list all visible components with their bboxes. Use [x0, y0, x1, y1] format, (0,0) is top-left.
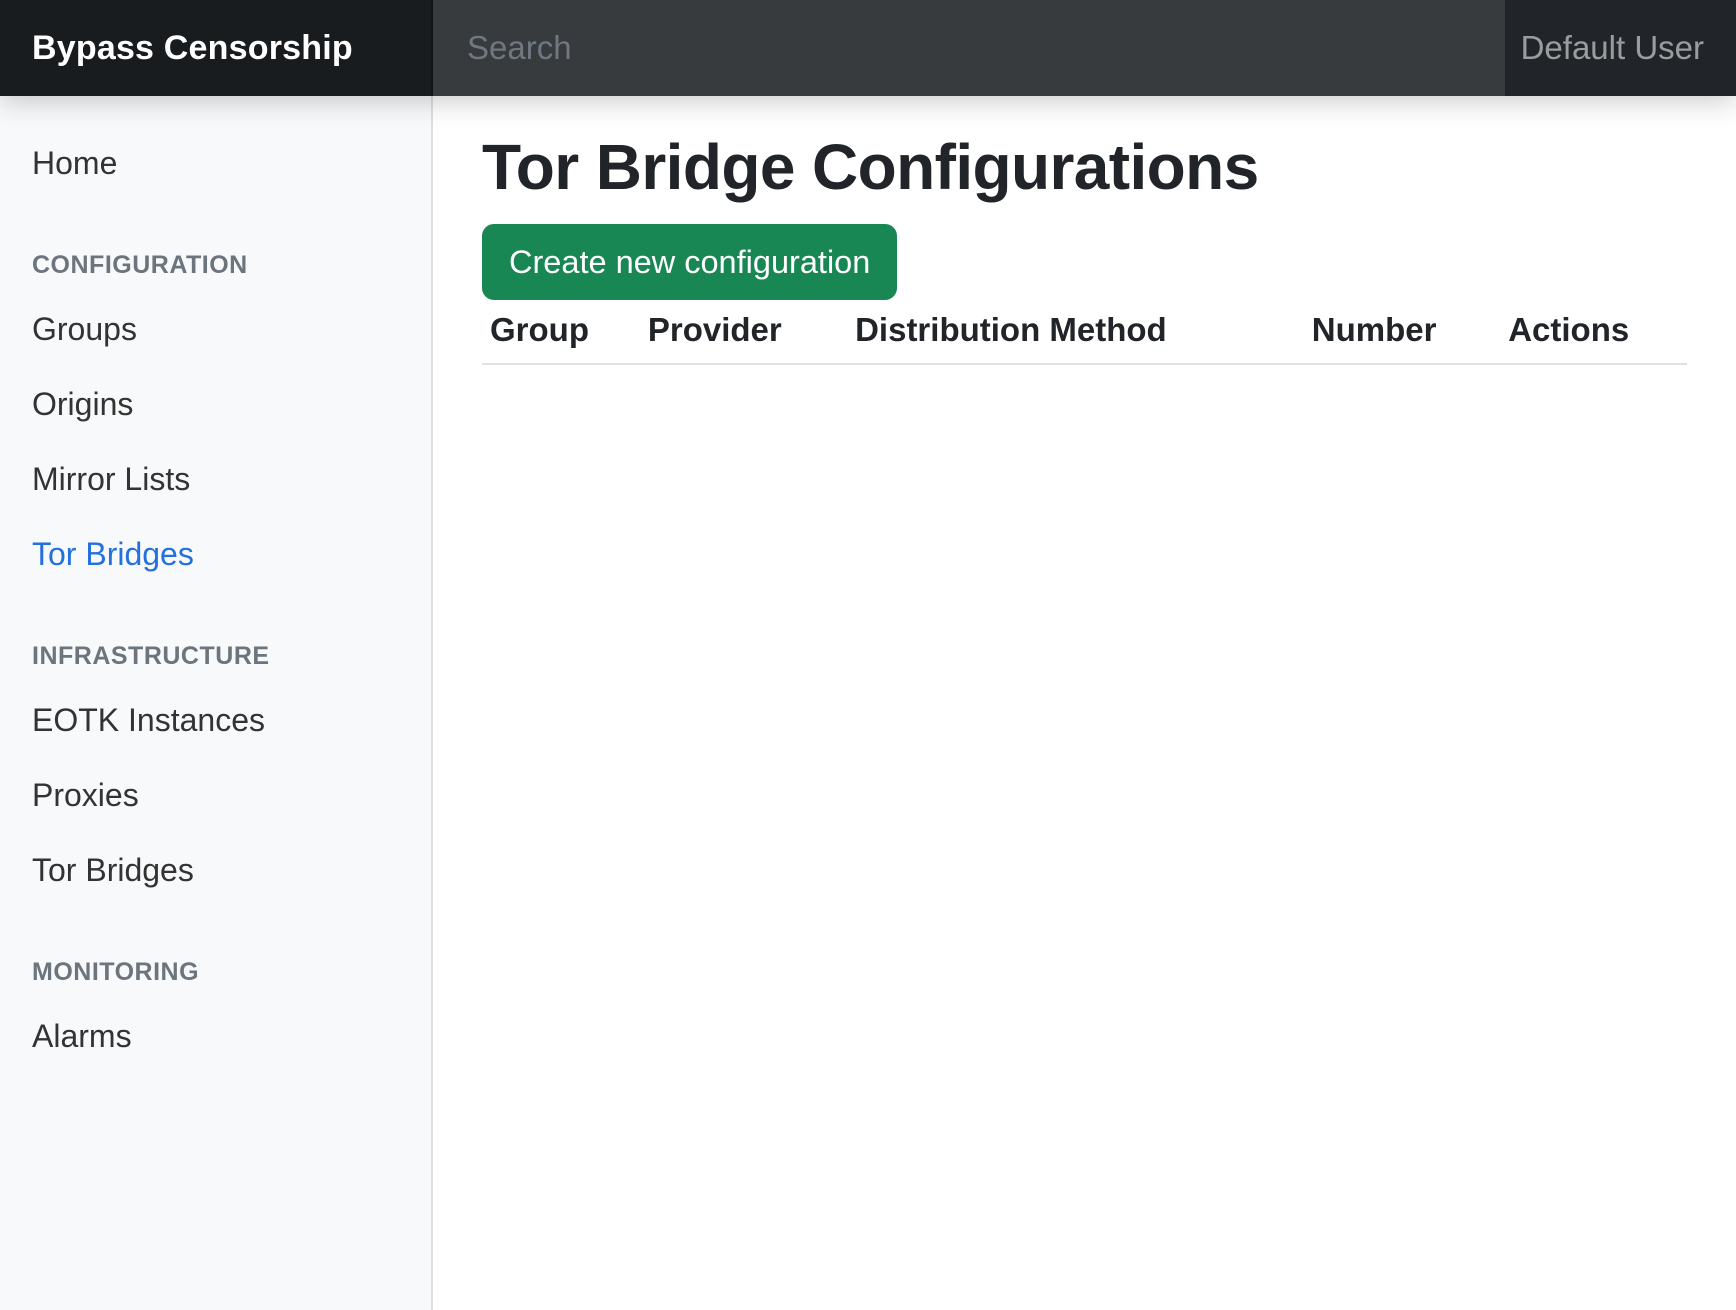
sidebar-item-main-home[interactable]: Home: [0, 126, 433, 201]
sidebar-item-configuration-mirror-lists[interactable]: Mirror Lists: [0, 442, 433, 517]
sidebar-list-item: Origins: [0, 367, 433, 442]
main-content: Tor Bridge Configurations Create new con…: [433, 96, 1736, 1310]
sidebar-item-configuration-origins[interactable]: Origins: [0, 367, 433, 442]
sidebar-item-infrastructure-eotk-instances[interactable]: EOTK Instances: [0, 683, 433, 758]
column-header-actions: Actions: [1500, 304, 1687, 364]
sidebar-nav-list-main: Home: [0, 126, 433, 201]
page-layout: Home CONFIGURATION GroupsOriginsMirror Lis…: [0, 96, 1736, 1310]
sidebar-list-item: EOTK Instances: [0, 683, 433, 758]
sidebar-item-infrastructure-proxies[interactable]: Proxies: [0, 758, 433, 833]
sidebar-item-configuration-tor-bridges[interactable]: Tor Bridges: [0, 517, 433, 592]
sidebar-section-heading-monitoring: MONITORING: [0, 954, 433, 991]
create-configuration-button[interactable]: Create new configuration: [482, 224, 897, 300]
brand-link[interactable]: Bypass Censorship: [0, 0, 433, 96]
sidebar-list-item: Home: [0, 126, 433, 201]
sidebar-list-item: Tor Bridges: [0, 517, 433, 592]
sidebar-nav-list-configuration: GroupsOriginsMirror ListsTor Bridges: [0, 292, 433, 592]
column-header-number: Number: [1304, 304, 1500, 364]
sidebar-list-item: Alarms: [0, 999, 433, 1074]
user-nav-item: Default User: [1505, 0, 1736, 96]
sidebar-list-item: Tor Bridges: [0, 833, 433, 908]
sidebar-item-monitoring-alarms[interactable]: Alarms: [0, 999, 433, 1074]
sidebar-list-item: Mirror Lists: [0, 442, 433, 517]
search-input[interactable]: [433, 0, 1505, 96]
sidebar-list-item: Proxies: [0, 758, 433, 833]
page-title: Tor Bridge Configurations: [482, 130, 1687, 204]
column-header-provider: Provider: [640, 304, 847, 364]
user-menu-link[interactable]: Default User: [1521, 29, 1704, 67]
sidebar-nav-list-infrastructure: EOTK InstancesProxiesTor Bridges: [0, 683, 433, 908]
column-header-group: Group: [482, 304, 640, 364]
sidebar-section-heading-infrastructure: INFRASTRUCTURE: [0, 638, 433, 675]
table-header-row: GroupProviderDistribution MethodNumberAc…: [482, 304, 1687, 364]
column-header-distribution-method: Distribution Method: [847, 304, 1304, 364]
configurations-table: GroupProviderDistribution MethodNumberAc…: [482, 304, 1687, 365]
sidebar-nav-list-monitoring: Alarms: [0, 999, 433, 1074]
sidebar-list-item: Groups: [0, 292, 433, 367]
sidebar-item-configuration-groups[interactable]: Groups: [0, 292, 433, 367]
sidebar-section-heading-configuration: CONFIGURATION: [0, 247, 433, 284]
sidebar-item-infrastructure-tor-bridges[interactable]: Tor Bridges: [0, 833, 433, 908]
top-navbar: Bypass Censorship Default User: [0, 0, 1736, 96]
sidebar: Home CONFIGURATION GroupsOriginsMirror Lis…: [0, 96, 433, 1310]
